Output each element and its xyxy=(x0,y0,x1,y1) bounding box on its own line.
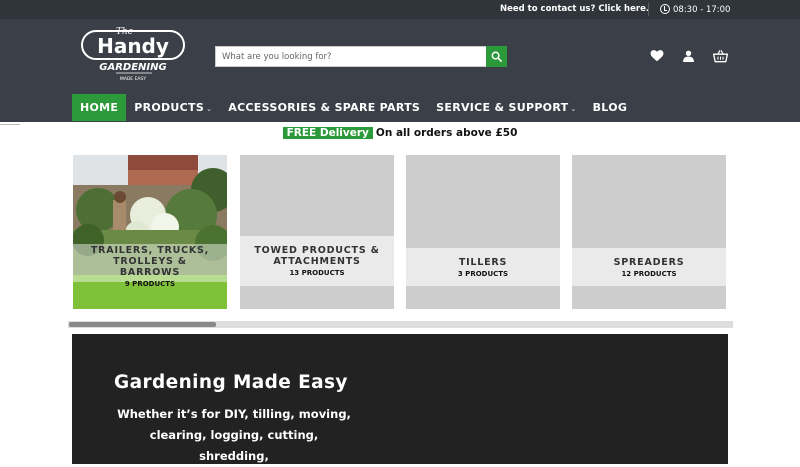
category-title: TRAILERS, TRUCKS, TROLLEYS & BARROWS xyxy=(90,245,210,278)
search-bar xyxy=(215,46,507,67)
basket-button[interactable] xyxy=(712,48,729,67)
nav-products-label: PRODUCTS xyxy=(134,101,205,114)
search-icon xyxy=(491,51,502,62)
category-title: TOWED PRODUCTS & ATTACHMENTS xyxy=(254,245,380,267)
nav-service-support[interactable]: SERVICE & SUPPORT ⌄ xyxy=(428,94,584,121)
wishlist-button[interactable] xyxy=(650,48,664,67)
category-card-towed[interactable]: TOWED PRODUCTS & ATTACHMENTS 13 PRODUCTS xyxy=(240,155,394,309)
chevron-down-icon: ⌄ xyxy=(206,105,213,113)
logo-handy: Handy xyxy=(97,34,169,58)
hero-title: Gardening Made Easy xyxy=(114,372,348,393)
hero-text: Whether it’s for DIY, tilling, moving, c… xyxy=(117,407,351,463)
delivery-banner: FREE Delivery On all orders above £50 xyxy=(0,127,800,139)
nav-home[interactable]: HOME xyxy=(72,94,127,121)
category-label: TOWED PRODUCTS & ATTACHMENTS 13 PRODUCTS xyxy=(240,236,394,286)
chevron-down-icon: ⌄ xyxy=(570,105,577,113)
clock-icon xyxy=(660,4,670,14)
user-icon xyxy=(683,50,694,62)
search-button[interactable] xyxy=(486,46,507,67)
heart-icon xyxy=(650,50,664,62)
category-title: SPREADERS xyxy=(613,257,685,268)
nav-service-label: SERVICE & SUPPORT xyxy=(436,101,569,114)
nav-blog-label: BLOG xyxy=(592,101,628,114)
category-card-spreaders[interactable]: SPREADERS 12 PRODUCTS xyxy=(572,155,726,309)
nav-accessories-label: ACCESSORIES & SPARE PARTS xyxy=(228,101,421,114)
site-header: The Handy GARDENING MADE EASY HOME PRODU… xyxy=(0,19,800,122)
category-card-trailers[interactable]: TRAILERS, TRUCKS, TROLLEYS & BARROWS 9 P… xyxy=(73,155,227,309)
top-bar: Need to contact us? Click here. 08:30 - … xyxy=(0,0,800,19)
topbar-divider xyxy=(648,3,649,16)
nav-products[interactable]: PRODUCTS ⌄ xyxy=(126,94,220,121)
main-nav: HOME PRODUCTS ⌄ ACCESSORIES & SPARE PARTS… xyxy=(72,94,635,121)
account-button[interactable] xyxy=(682,48,695,67)
category-label: TRAILERS, TRUCKS, TROLLEYS & BARROWS 9 P… xyxy=(73,244,227,288)
nav-home-label: HOME xyxy=(80,101,119,114)
category-count: 3 PRODUCTS xyxy=(457,270,509,278)
category-count: 12 PRODUCTS xyxy=(621,270,677,278)
search-input[interactable] xyxy=(215,46,487,67)
contact-link[interactable]: Need to contact us? Click here. xyxy=(500,4,649,14)
basket-icon xyxy=(712,50,729,63)
category-title: TILLERS xyxy=(458,257,508,268)
free-delivery-badge: FREE Delivery xyxy=(282,127,373,139)
category-count: 13 PRODUCTS xyxy=(289,269,345,277)
site-logo[interactable]: The Handy GARDENING MADE EASY xyxy=(80,25,188,87)
carousel-scrollbar-thumb[interactable] xyxy=(69,322,216,327)
nav-accessories[interactable]: ACCESSORIES & SPARE PARTS xyxy=(220,94,428,121)
category-count: 9 PRODUCTS xyxy=(124,280,176,288)
logo-tagline: MADE EASY xyxy=(120,76,146,82)
category-label: SPREADERS 12 PRODUCTS xyxy=(572,248,726,286)
category-card-tillers[interactable]: TILLERS 3 PRODUCTS xyxy=(406,155,560,309)
category-label: TILLERS 3 PRODUCTS xyxy=(406,248,560,286)
decor-line xyxy=(0,124,20,125)
opening-hours: 08:30 - 17:00 xyxy=(660,4,730,15)
nav-blog[interactable]: BLOG xyxy=(585,94,636,121)
delivery-text: On all orders above £50 xyxy=(375,127,518,139)
logo-gardening: GARDENING xyxy=(99,62,166,73)
hours-text: 08:30 - 17:00 xyxy=(673,5,731,15)
hero-banner: Gardening Made Easy Whether it’s for DIY… xyxy=(72,334,728,464)
